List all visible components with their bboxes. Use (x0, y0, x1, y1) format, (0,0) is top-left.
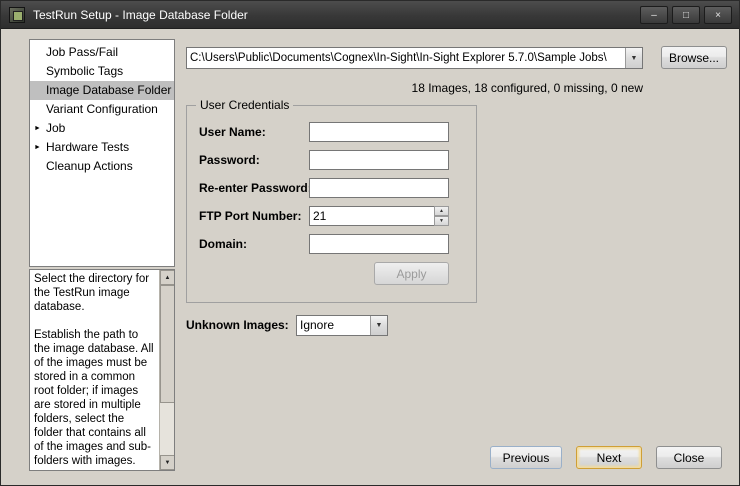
ftp-port-stepper: ▲ ▼ (434, 206, 449, 226)
description-scrollbar[interactable]: ▲ ▼ (159, 270, 174, 470)
app-icon (9, 7, 25, 23)
maximize-icon: □ (683, 10, 689, 21)
title-bar: TestRun Setup - Image Database Folder – … (1, 1, 739, 29)
sidebar-item-label: Symbolic Tags (46, 64, 123, 78)
sidebar-item-label: Job (46, 121, 65, 135)
close-window-button[interactable]: × (704, 6, 732, 24)
reenter-password-label: Re-enter Password: (199, 178, 312, 198)
sidebar-item-label: Variant Configuration (46, 102, 158, 116)
apply-button[interactable]: Apply (374, 262, 449, 285)
dropdown-arrow-icon: ▼ (376, 322, 383, 329)
sidebar-item-hardware-tests[interactable]: ► Hardware Tests (30, 138, 174, 157)
dropdown-arrow-icon: ▼ (631, 55, 638, 62)
spin-up-button[interactable]: ▲ (434, 206, 449, 216)
image-database-path-combobox[interactable]: C:\Users\Public\Documents\Cognex\In-Sigh… (186, 47, 643, 69)
scroll-up-button[interactable]: ▲ (160, 270, 175, 285)
sidebar-item-symbolic-tags[interactable]: Symbolic Tags (30, 62, 174, 81)
sidebar-item-cleanup-actions[interactable]: Cleanup Actions (30, 157, 174, 176)
sidebar-item-label: Image Database Folder (46, 83, 171, 97)
path-dropdown-button[interactable]: ▼ (625, 48, 642, 68)
domain-field[interactable] (309, 234, 449, 254)
user-credentials-group: User Credentials User Name: Password: Re… (186, 105, 477, 303)
scroll-down-icon: ▼ (165, 460, 171, 466)
password-label: Password: (199, 150, 260, 170)
sidebar-item-image-database-folder[interactable]: Image Database Folder (30, 81, 174, 100)
description-panel: Select the directory for the TestRun ima… (29, 269, 175, 471)
window-controls: – □ × (640, 6, 732, 24)
ftp-port-field[interactable] (309, 206, 449, 226)
expand-arrow-icon[interactable]: ► (34, 119, 44, 138)
minimize-icon: – (651, 10, 657, 21)
spin-down-button[interactable]: ▼ (434, 216, 449, 226)
sidebar-item-label: Hardware Tests (46, 140, 129, 154)
browse-button[interactable]: Browse... (661, 46, 727, 69)
group-title: User Credentials (196, 98, 293, 112)
close-icon: × (715, 10, 721, 21)
scroll-up-icon: ▲ (165, 275, 171, 281)
reenter-password-field[interactable] (309, 178, 449, 198)
sidebar-item-variant-configuration[interactable]: Variant Configuration (30, 100, 174, 119)
description-text: Select the directory for the TestRun ima… (30, 270, 159, 470)
expand-arrow-icon[interactable]: ► (34, 138, 44, 157)
maximize-button[interactable]: □ (672, 6, 700, 24)
ftp-port-label: FTP Port Number: (199, 206, 301, 226)
spin-up-icon: ▲ (439, 208, 444, 214)
images-status-text: 18 Images, 18 configured, 0 missing, 0 n… (186, 81, 643, 95)
unknown-images-value: Ignore (300, 316, 369, 335)
sidebar-item-label: Job Pass/Fail (46, 45, 118, 59)
next-button[interactable]: Next (576, 446, 642, 469)
unknown-images-dropdown[interactable]: Ignore ▼ (296, 315, 388, 336)
minimize-button[interactable]: – (640, 6, 668, 24)
image-database-path-value[interactable]: C:\Users\Public\Documents\Cognex\In-Sigh… (190, 48, 624, 68)
spin-down-icon: ▼ (439, 218, 444, 224)
domain-label: Domain: (199, 234, 247, 254)
setup-steps-list: Job Pass/Fail Symbolic Tags Image Databa… (29, 39, 175, 267)
unknown-images-dropdown-button[interactable]: ▼ (370, 316, 387, 335)
scroll-down-button[interactable]: ▼ (160, 455, 175, 470)
user-name-field[interactable] (309, 122, 449, 142)
unknown-images-label: Unknown Images: (186, 315, 289, 336)
sidebar-item-job[interactable]: ► Job (30, 119, 174, 138)
close-button[interactable]: Close (656, 446, 722, 469)
previous-button[interactable]: Previous (490, 446, 562, 469)
password-field[interactable] (309, 150, 449, 170)
scrollbar-thumb[interactable] (160, 285, 175, 403)
user-name-label: User Name: (199, 122, 266, 142)
window-title: TestRun Setup - Image Database Folder (33, 1, 248, 29)
testrun-setup-window: TestRun Setup - Image Database Folder – … (0, 0, 740, 486)
sidebar-item-job-pass-fail[interactable]: Job Pass/Fail (30, 43, 174, 62)
sidebar-item-label: Cleanup Actions (46, 159, 133, 173)
